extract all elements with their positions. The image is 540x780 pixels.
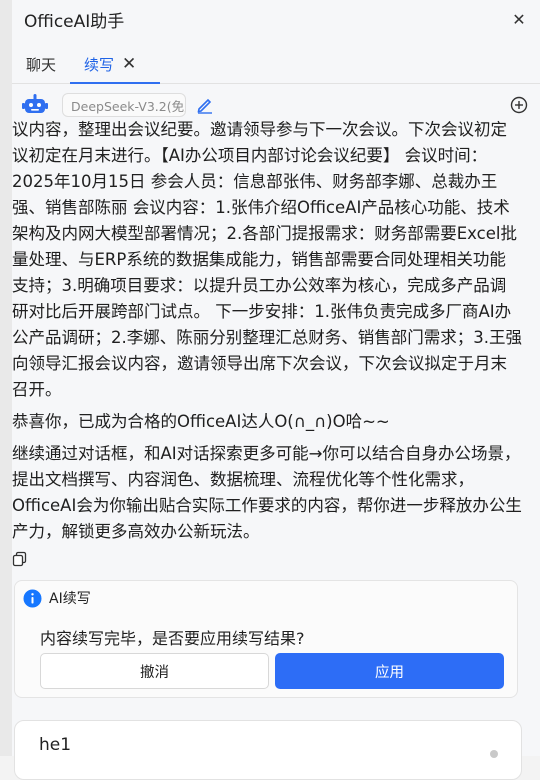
model-selector[interactable]: DeepSeek-V3.2(免费) — [62, 93, 186, 117]
undo-button[interactable]: 撤消 — [40, 653, 269, 689]
clipped-line-text: 议内容，整理出会议纪要。邀请领导参与下一次会议。下次会议初定在月末进行。 — [12, 120, 507, 139]
card-message: 内容续写完毕，是否要应用续写结果? — [40, 629, 305, 648]
tab-continue-writing-label: 续写 — [84, 55, 115, 74]
send-indicator-icon[interactable] — [489, 749, 499, 759]
copy-icon[interactable] — [12, 551, 28, 567]
info-icon — [23, 589, 42, 607]
card-header: AI续写 — [15, 581, 517, 615]
card-title: AI续写 — [49, 591, 91, 607]
clipped-previous-line: 议内容，整理出会议纪要。邀请领导参与下一次会议。下次会议初定在月末进行。 — [12, 117, 522, 143]
next-steps-paragraph: 继续通过对话框，和AI对话探索更多可能→你可以结合自身办公场景，提出文档撰写、内… — [12, 444, 522, 541]
window-title: OfficeAI助手 — [24, 11, 125, 32]
tab-close-icon[interactable]: ✕ — [122, 54, 136, 74]
meeting-minutes-paragraph: 议初定在月末进行。【AI办公项目内部讨论会议纪要】 会议时间：2025年10月1… — [12, 146, 522, 399]
undo-button-label: 撤消 — [140, 664, 169, 681]
tab-bar: 聊天 续写 ✕ — [12, 38, 540, 84]
edit-icon[interactable] — [196, 96, 214, 114]
chat-input[interactable]: he1 — [14, 720, 522, 780]
tab-chat[interactable]: 聊天 — [26, 45, 56, 83]
continuation-output: 议内容，整理出会议纪要。邀请领导参与下一次会议。下次会议初定在月末进行。 议初定… — [12, 120, 522, 567]
close-icon[interactable]: ✕ — [510, 10, 528, 29]
card-buttons: 撤消 应用 — [15, 651, 517, 689]
tab-continue-writing[interactable]: 续写 ✕ — [69, 45, 161, 84]
apply-confirm-card: AI续写 内容续写完毕，是否要应用续写结果? 撤消 应用 — [14, 580, 518, 698]
tab-chat-label: 聊天 — [26, 55, 57, 74]
robot-icon — [22, 94, 48, 113]
model-name: DeepSeek-V3.2(免费) — [71, 98, 185, 114]
title-bar: OfficeAI助手 ✕ — [12, 0, 540, 38]
chat-input-value: he1 — [39, 735, 72, 755]
apply-button[interactable]: 应用 — [275, 653, 504, 689]
new-chat-icon[interactable] — [510, 96, 528, 114]
apply-button-label: 应用 — [375, 664, 404, 681]
congrats-paragraph: 恭喜你，已成为合格的OfficeAI达人O(∩_∩)O哈~~ — [12, 412, 390, 431]
